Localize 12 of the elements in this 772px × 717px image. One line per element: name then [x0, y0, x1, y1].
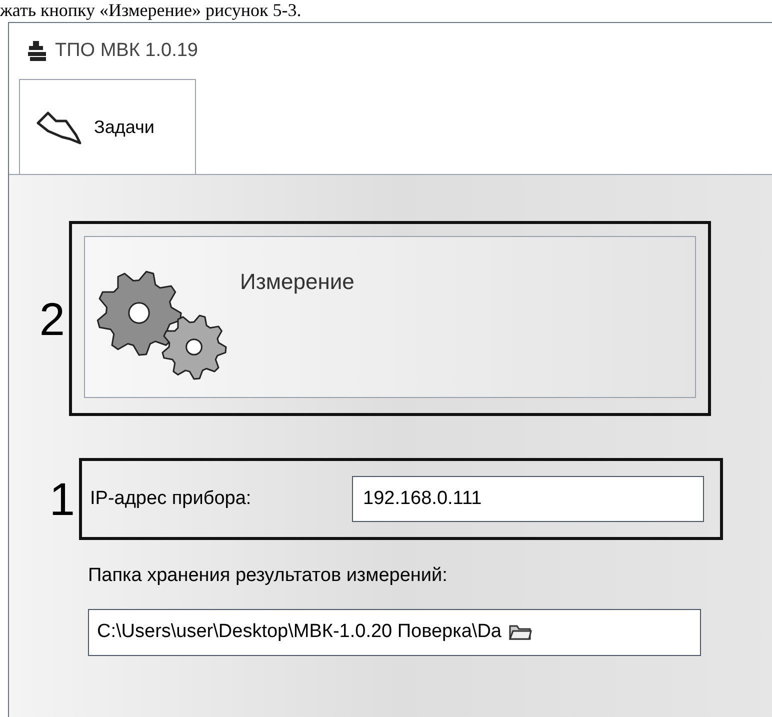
callout-number: 2	[38, 296, 66, 342]
folder-label: Папка хранения результатов измерений:	[88, 564, 448, 588]
ip-label: IP-адрес прибора:	[90, 486, 252, 511]
document-text: жать кнопку «Измерение» рисунок 5-3.	[0, 0, 302, 20]
window-title: ТПО МВК 1.0.19	[55, 38, 198, 63]
folder-field[interactable]: C:\Users\user\Desktop\МВК-1.0.20 Поверка\Da	[88, 608, 701, 656]
app-icon	[27, 40, 47, 62]
ip-field[interactable]: 192.168.0.111	[352, 476, 704, 522]
tab[interactable]: Задачи	[19, 79, 196, 174]
folder-icon	[508, 623, 532, 641]
task-button[interactable]: Измерение	[84, 236, 696, 398]
callout-number: 1	[48, 476, 76, 522]
